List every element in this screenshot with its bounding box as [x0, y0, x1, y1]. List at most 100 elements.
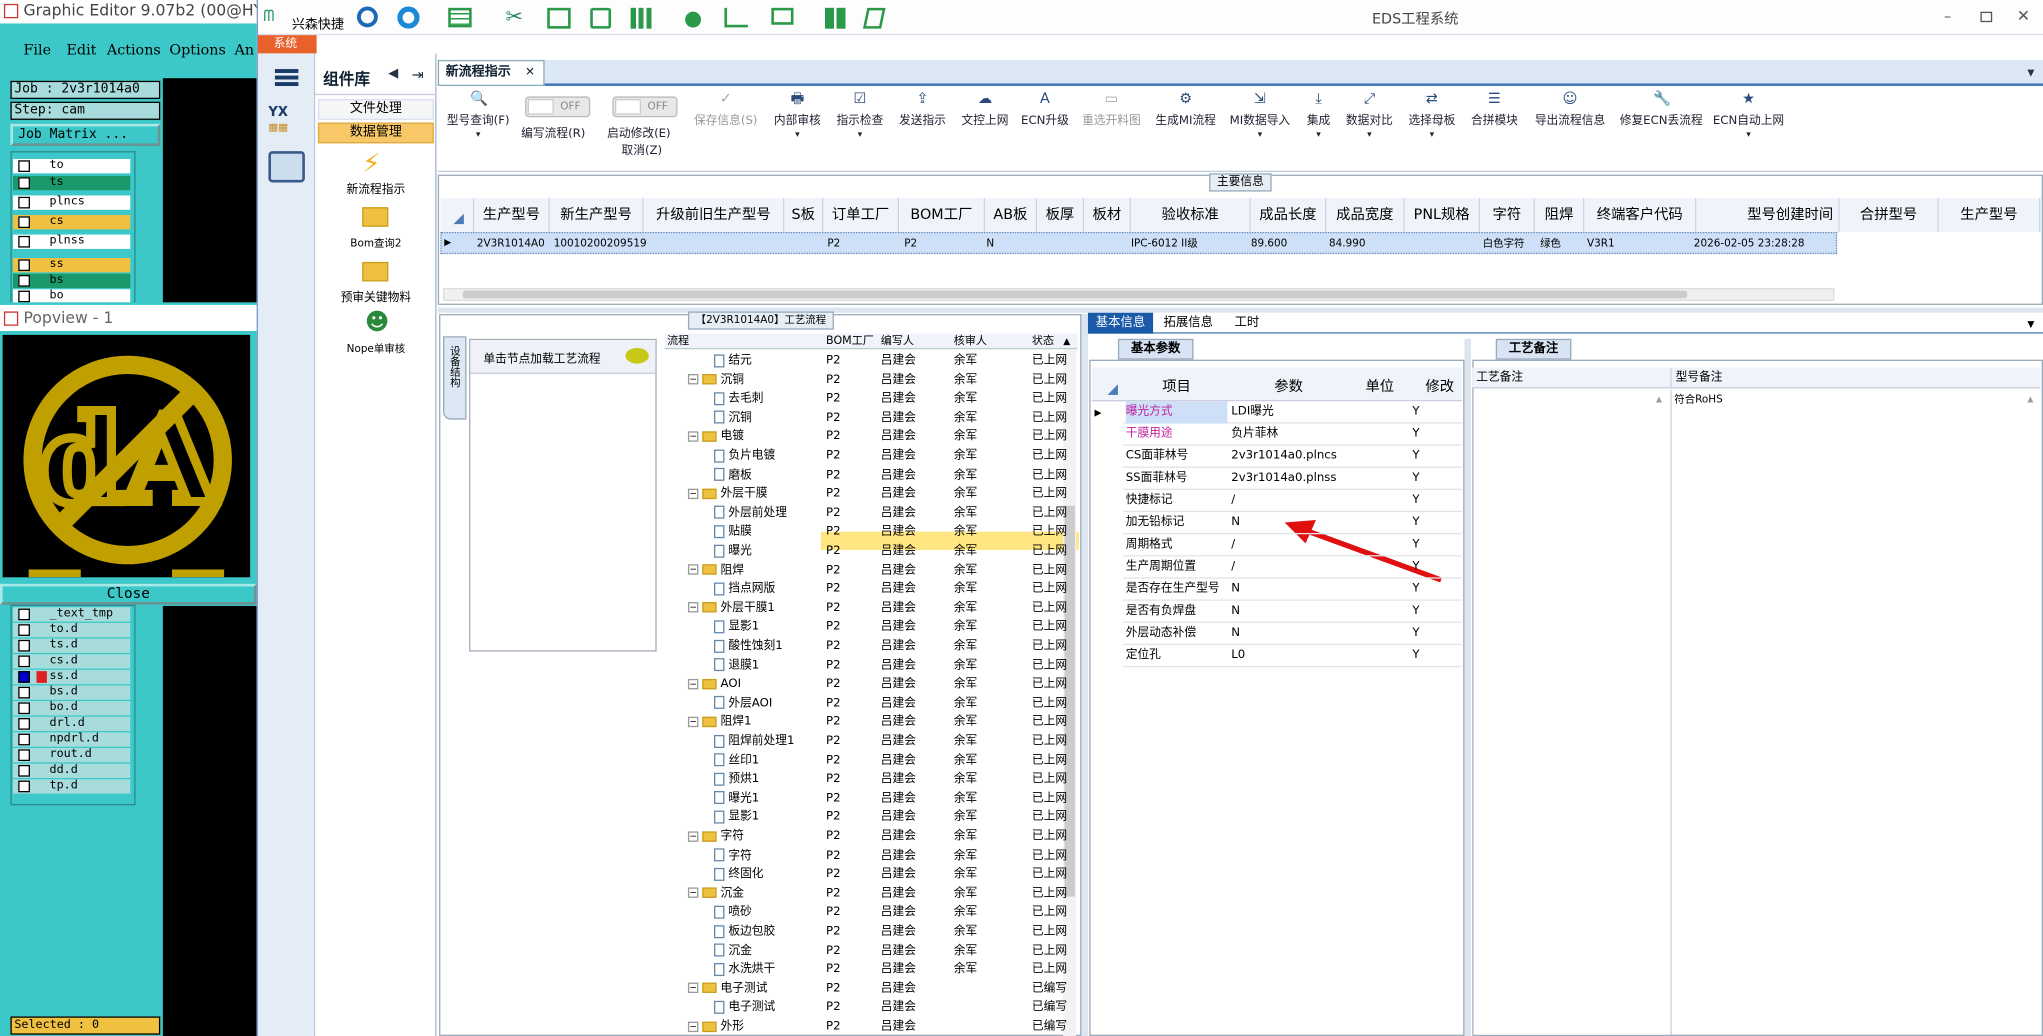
param-value[interactable]: LDI曝光 — [1231, 401, 1273, 423]
collapse-left-icon[interactable]: ◀ — [388, 66, 398, 80]
remark-tab[interactable]: 工艺备注 — [1495, 338, 1572, 360]
tree-row[interactable]: − 字符 P2 吕建会 余军 已上网 — [664, 827, 1074, 846]
cell-acceptance[interactable]: IPC-6012 II级 — [1131, 235, 1198, 253]
tool-reselect-cutting[interactable]: ▭ 重选开料图 — [1076, 91, 1146, 128]
col-char[interactable]: 字符 — [1480, 198, 1535, 232]
tool-model-query[interactable]: 🔍 型号查询(F) ▾ — [440, 91, 516, 141]
nav-file-processing[interactable]: 文件处理 — [317, 99, 434, 120]
cell-customer-code[interactable]: V3R1 — [1587, 235, 1615, 253]
col-old-model[interactable]: 升级前旧生产型号 — [643, 198, 785, 232]
lifebuoy-icon[interactable] — [397, 6, 420, 29]
tree-row[interactable]: 丝印1 P2 吕建会 余军 已上网 — [664, 751, 1074, 770]
cell-create-time[interactable]: 2026-02-05 23:28:28 — [1694, 235, 1805, 253]
layer-row[interactable]: npdrl.d — [13, 732, 131, 747]
tree-row[interactable]: 去毛刺 P2 吕建会 余军 已上网 — [664, 390, 1074, 409]
expand-icon[interactable]: − — [687, 564, 699, 575]
tool-doc-control-online[interactable]: ☁ 文控上网 — [956, 91, 1013, 128]
param-value[interactable]: / — [1231, 534, 1235, 556]
grid-icon[interactable] — [630, 7, 653, 29]
tool-start-edit[interactable]: 启动修改(E) — [607, 124, 670, 141]
ge-menu-options[interactable]: Options — [169, 31, 225, 70]
col-thickness[interactable]: 板厚 — [1037, 198, 1085, 232]
tool-instruction-check[interactable]: ☑ 指示检查 ▾ — [831, 91, 888, 141]
side-bom-query[interactable]: Bom查询2 — [315, 236, 436, 250]
cell-solder-mask[interactable]: 绿色 — [1540, 235, 1561, 253]
tool-internal-review[interactable]: 🖶 内部审核 ▾ — [769, 91, 826, 141]
param-value[interactable]: N — [1231, 623, 1240, 645]
tab-work-hours[interactable]: 工时 — [1225, 313, 1269, 334]
cell-new-model[interactable]: 10010200209519 — [554, 235, 647, 253]
tree-col-reviewer[interactable]: 核审人 — [954, 334, 987, 350]
layer-row[interactable]: to.d — [13, 622, 131, 638]
folder-icon[interactable] — [362, 207, 389, 227]
expand-icon[interactable]: − — [687, 488, 699, 499]
expand-icon[interactable]: − — [687, 602, 699, 613]
book-icon[interactable] — [862, 7, 886, 29]
param-value[interactable]: / — [1231, 556, 1235, 578]
toolbox-icon[interactable] — [268, 151, 305, 183]
minimize-icon[interactable]: – — [1944, 8, 1951, 25]
tree-row[interactable]: 挡点网版 P2 吕建会 余军 已上网 — [664, 580, 1074, 599]
model-remark-textarea[interactable]: 符合RoHS — [1670, 389, 2040, 1035]
expand-icon[interactable]: − — [687, 716, 699, 728]
yx-logo-icon[interactable]: YX ▦▦ — [268, 106, 304, 140]
tree-row[interactable]: 磨板 P2 吕建会 余军 已上网 — [664, 466, 1074, 485]
layer-row[interactable]: cs — [13, 215, 131, 230]
param-row[interactable]: 生产周期位置 / Y — [1123, 556, 1462, 579]
tree-row[interactable]: − 外形 P2 吕建会 已编写 — [664, 1018, 1074, 1036]
col-pnl[interactable]: PNL规格 — [1404, 198, 1481, 232]
layer-row[interactable]: _text_tmp — [13, 607, 131, 622]
tool-integrate[interactable]: ⤓ 集成 ▾ — [1300, 91, 1336, 141]
param-row[interactable]: 定位孔 L0 Y — [1123, 645, 1462, 668]
ge-job-matrix-button[interactable]: Job Matrix ... — [10, 123, 161, 146]
param-value[interactable]: N — [1231, 601, 1240, 623]
layer-row[interactable]: ts.d — [13, 638, 131, 653]
col-ab-board[interactable]: AB板 — [985, 198, 1038, 232]
tree-row[interactable]: − 阻焊 P2 吕建会 余军 已上网 — [664, 561, 1074, 580]
tree-row[interactable]: 字符 P2 吕建会 余军 已上网 — [664, 847, 1074, 866]
scissors-icon[interactable]: ✂ — [506, 4, 523, 29]
folder-icon[interactable] — [362, 261, 389, 282]
tree-row[interactable]: 贴膜 P2 吕建会 余军 已上网 — [664, 523, 1074, 542]
expand-icon[interactable]: − — [687, 431, 699, 442]
layer-row[interactable]: bs — [13, 273, 131, 288]
process-remark-textarea[interactable] — [1473, 389, 1670, 1035]
param-row[interactable]: 快捷标记 / Y — [1123, 490, 1462, 513]
col-new-model[interactable]: 新生产型号 — [549, 198, 644, 232]
lightning-icon[interactable]: ⚡ — [362, 147, 380, 178]
expand-icon[interactable]: − — [687, 678, 699, 689]
tree-row[interactable]: − 沉金 P2 吕建会 余军 已上网 — [664, 885, 1074, 904]
tool-save-info[interactable]: ✓ 保存信息(S) — [687, 91, 765, 128]
table-icon[interactable] — [448, 7, 472, 28]
tree-col-status[interactable]: 状态 — [1032, 334, 1054, 350]
col-order-factory[interactable]: 订单工厂 — [823, 198, 900, 232]
film-icon[interactable] — [547, 7, 571, 29]
system-tab[interactable]: 系统 — [257, 35, 317, 54]
user-icon[interactable]: ● — [684, 5, 702, 30]
vertical-tab-equipment[interactable]: 设备结构 — [442, 336, 467, 420]
col-width[interactable]: 成品宽度 — [1326, 198, 1405, 232]
tree-row[interactable]: 水洗烘干 P2 吕建会 余军 已上网 — [664, 961, 1074, 980]
side-prereview-material[interactable]: 预审关键物料 — [315, 288, 436, 305]
layer-row[interactable]: tp.d — [13, 779, 131, 794]
col-customer-code[interactable]: 终端客户代码 — [1584, 198, 1697, 232]
toggle-start-edit[interactable]: OFF — [612, 96, 678, 118]
col-solder-mask[interactable]: 阻焊 — [1534, 198, 1585, 232]
chat-bubble-icon[interactable] — [625, 347, 649, 364]
cell-order-factory[interactable]: P2 — [827, 235, 840, 253]
tool-send-instruction[interactable]: ⇪ 发送指示 — [894, 91, 951, 128]
windows-icon[interactable] — [824, 7, 846, 29]
tree-row[interactable]: − AOI P2 吕建会 余军 已上网 — [664, 675, 1074, 694]
param-row[interactable]: 周期格式 / Y — [1123, 534, 1462, 557]
tab-basic-info[interactable]: 基本信息 — [1087, 312, 1154, 334]
panel-splitter[interactable] — [1081, 314, 1088, 1036]
tree-col-writer[interactable]: 编写人 — [881, 334, 914, 350]
tree-row[interactable]: 曝光1 P2 吕建会 余军 已上网 — [664, 789, 1074, 808]
chart-area-icon[interactable] — [724, 7, 748, 28]
tree-row[interactable]: − 电镀 P2 吕建会 余军 已上网 — [664, 428, 1074, 447]
param-value[interactable]: 2v3r1014a0.plncs — [1231, 446, 1337, 468]
tree-row[interactable]: 显影1 P2 吕建会 余军 已上网 — [664, 618, 1074, 637]
param-row[interactable]: SS面菲林号 2v3r1014a0.plnss Y — [1123, 468, 1462, 490]
expand-icon[interactable]: − — [687, 1021, 699, 1032]
tree-row[interactable]: 预烘1 P2 吕建会 余军 已上网 — [664, 770, 1074, 789]
